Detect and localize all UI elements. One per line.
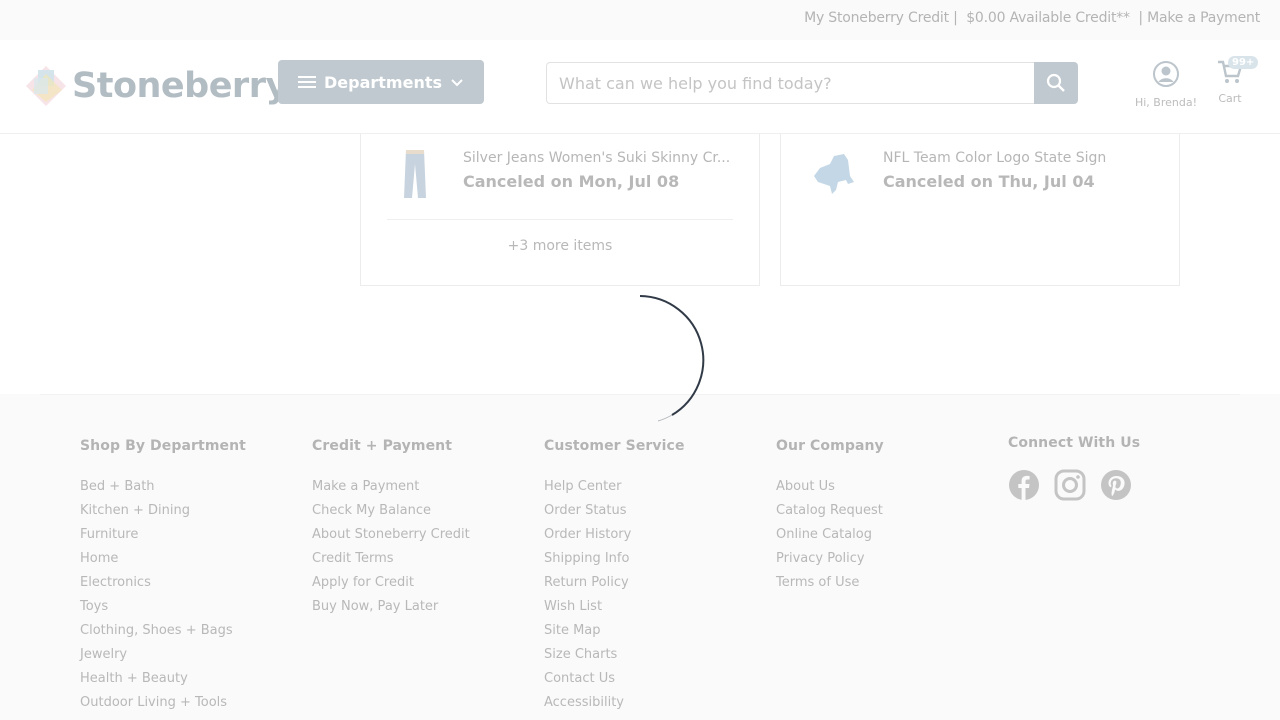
footer-link[interactable]: Health + Beauty [80,670,300,694]
footer-link[interactable]: Clothing, Shoes + Bags [80,622,300,646]
footer-link[interactable]: Order Status [544,502,764,526]
item-thumbnail[interactable] [807,144,863,204]
my-credit-link[interactable]: My Stoneberry Credit | [804,10,958,26]
search-button[interactable] [1034,62,1078,104]
footer-link[interactable]: Accessibility [544,694,764,718]
footer-heading: Our Company [776,438,884,454]
item-status: Canceled on Mon, Jul 08 [463,172,680,191]
footer-column-shop: Shop By Department Bed + Bath Kitchen + … [80,438,300,718]
item-name[interactable]: Silver Jeans Women's Suki Skinny Cr... [463,150,733,166]
site-header: Stoneberry Departments Hi, Brenda! 99+ C… [0,40,1280,134]
make-payment-link[interactable]: | Make a Payment [1138,10,1260,26]
search-icon [1046,73,1065,92]
footer-link[interactable]: Apply for Credit [312,574,532,598]
more-items-link[interactable]: +3 more items [361,238,759,254]
footer-link-list: Bed + Bath Kitchen + Dining Furniture Ho… [80,478,300,718]
footer-column-connect: Connect With Us [1008,435,1228,501]
footer-link[interactable]: Catalog Request [776,502,996,526]
search-input[interactable] [546,62,1034,104]
chevron-down-icon [451,79,463,87]
footer-link[interactable]: About Stoneberry Credit [312,526,532,550]
footer-link-list: About Us Catalog Request Online Catalog … [776,478,996,598]
footer-link[interactable]: Electronics [80,574,300,598]
footer-column-company: Our Company About Us Catalog Request Onl… [776,438,996,598]
footer-link[interactable]: Buy Now, Pay Later [312,598,532,622]
footer-link[interactable]: Credit Terms [312,550,532,574]
footer-link[interactable]: Order History [544,526,764,550]
footer-link[interactable]: Terms of Use [776,574,996,598]
footer-link[interactable]: Outdoor Living + Tools [80,694,300,718]
logo-text: Stoneberry [72,66,288,106]
logo[interactable]: Stoneberry [24,64,288,108]
account-icon [1153,61,1179,87]
social-links [1008,469,1228,501]
footer-link[interactable]: Bed + Bath [80,478,300,502]
order-item-row[interactable]: Silver Jeans Women's Suki Skinny Cr... C… [387,144,733,220]
cart-count-badge: 99+ [1228,56,1259,69]
footer-link[interactable]: Size Charts [544,646,764,670]
instagram-icon[interactable] [1054,469,1086,501]
available-credit-link[interactable]: $0.00 Available Credit** [966,10,1130,26]
footer-column-credit: Credit + Payment Make a Payment Check My… [312,438,532,622]
order-card[interactable]: Silver Jeans Women's Suki Skinny Cr... C… [360,134,760,286]
footer-link[interactable]: Check My Balance [312,502,532,526]
footer-link[interactable]: Site Map [544,622,764,646]
search-bar [546,62,1078,104]
footer-link[interactable]: Jewelry [80,646,300,670]
menu-icon [298,73,316,91]
footer-heading: Customer Service [544,438,685,454]
departments-button[interactable]: Departments [278,60,484,104]
footer-link-list: Make a Payment Check My Balance About St… [312,478,532,622]
footer-link[interactable]: Make a Payment [312,478,532,502]
utility-links: My Stoneberry Credit | $0.00 Available C… [804,10,1260,26]
item-status: Canceled on Thu, Jul 04 [883,172,1095,191]
footer-link[interactable]: Privacy Policy [776,550,996,574]
footer-link[interactable]: Contact Us [544,670,764,694]
loading-spinner [639,295,705,422]
footer-link[interactable]: Return Policy [544,574,764,598]
footer-link[interactable]: Help Center [544,478,764,502]
page: My Stoneberry Credit | $0.00 Available C… [0,0,1280,720]
footer-heading: Connect With Us [1008,435,1141,451]
order-item-row[interactable]: NFL Team Color Logo State Sign Canceled … [807,144,1153,220]
footer-link[interactable]: About Us [776,478,996,502]
state-sign-image [814,154,854,194]
footer-link-list: Help Center Order Status Order History S… [544,478,764,718]
cart-button[interactable]: 99+ Cart [1208,56,1259,105]
item-info: NFL Team Color Logo State Sign Canceled … [883,150,1153,220]
site-footer: Shop By Department Bed + Bath Kitchen + … [0,394,1280,720]
footer-column-service: Customer Service Help Center Order Statu… [544,438,764,718]
item-name[interactable]: NFL Team Color Logo State Sign [883,150,1153,166]
jeans-image [404,150,426,198]
footer-heading: Shop By Department [80,438,246,454]
cart-label: Cart [1218,92,1242,105]
account-label: Hi, Brenda! [1134,96,1198,109]
footer-link[interactable]: Furniture [80,526,300,550]
item-thumbnail[interactable] [387,144,443,204]
logo-mark-icon [26,66,66,106]
footer-link[interactable]: Home [80,550,300,574]
footer-link[interactable]: Toys [80,598,300,622]
account-menu[interactable]: Hi, Brenda! [1130,60,1202,109]
pinterest-icon[interactable] [1100,469,1132,501]
item-info: Silver Jeans Women's Suki Skinny Cr... C… [463,150,733,219]
utility-bar: My Stoneberry Credit | $0.00 Available C… [0,0,1280,40]
footer-link[interactable]: Kitchen + Dining [80,502,300,526]
order-card[interactable]: NFL Team Color Logo State Sign Canceled … [780,134,1180,286]
footer-link[interactable]: Online Catalog [776,526,996,550]
footer-heading: Credit + Payment [312,438,453,454]
footer-link[interactable]: Shipping Info [544,550,764,574]
facebook-icon[interactable] [1008,469,1040,501]
departments-label: Departments [324,72,443,92]
footer-link[interactable]: Wish List [544,598,764,622]
